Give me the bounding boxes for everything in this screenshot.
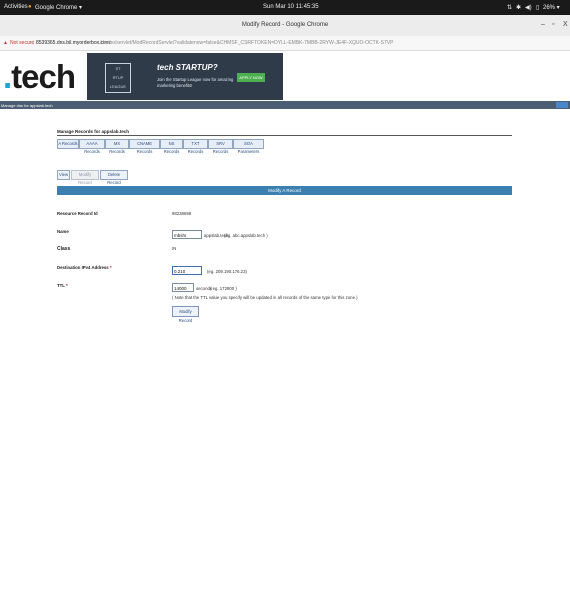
app-menu[interactable]: Google Chrome ▾ — [35, 4, 82, 11]
network-icon[interactable]: ⇅ — [507, 4, 512, 11]
resource-id-value: 98238698 — [172, 211, 192, 216]
class-value: IN — [172, 246, 177, 251]
bluetooth-icon[interactable]: ✱ — [516, 4, 521, 11]
name-label: Name — [57, 229, 69, 234]
ipv4-label: Destination IPv4 Address * — [57, 265, 112, 270]
ad-text: Join the Startup League now for amazing … — [157, 77, 234, 88]
security-status[interactable]: Not secure — [10, 40, 34, 46]
ttl-label: TTL * — [57, 283, 68, 288]
browser-title-bar: Modify Record - Google Chrome – ▫ X — [0, 15, 570, 37]
url-host[interactable]: 8539365.dns.bil.myorderbox.com — [36, 40, 110, 46]
battery-level[interactable]: 26% ▾ — [543, 4, 560, 11]
resource-id-label: Resource Record Id — [57, 211, 98, 216]
ad-title: tech STARTUP? — [157, 63, 218, 72]
apply-now-button[interactable]: APPLY NOW — [237, 73, 265, 82]
name-hint: (eg. abc.appslab.tech ) — [224, 233, 268, 238]
required-marker: * — [108, 265, 112, 270]
tab-ns-records[interactable]: NS Records — [160, 139, 183, 154]
system-top-bar: Activities ● Google Chrome ▾ Sun Mar 10 … — [0, 0, 570, 15]
url-path[interactable]: /dnsbo/servlet/ModRecordServlet?validate… — [100, 40, 393, 46]
strip-text: Manage dns for appslab.tech — [1, 103, 53, 108]
maximize-button[interactable]: ▫ — [552, 21, 554, 28]
ttl-note: ( Note that the TTL value you specify wi… — [172, 295, 358, 300]
clock[interactable]: Sun Mar 10 11:45:35 — [263, 4, 319, 10]
tab-cname-records[interactable]: CNAME Records — [129, 139, 160, 154]
tab-soa-parameters[interactable]: SOA Parameters — [233, 139, 264, 154]
ttl-input[interactable]: 14000 — [172, 283, 194, 292]
close-button[interactable]: X — [563, 21, 568, 28]
startup-league-ad[interactable]: ST RTUP LEAGUE tech STARTUP? Join the St… — [87, 53, 283, 100]
chrome-app-icon: ● — [28, 4, 32, 10]
ipv4-input[interactable]: 0.210 — [172, 266, 202, 275]
modify-record-submit-button[interactable]: Modify Record — [172, 306, 199, 323]
nav-strip: Manage dns for appslab.tech — [0, 101, 570, 109]
name-input[interactable]: mbshr — [172, 230, 202, 239]
minimize-button[interactable]: – — [541, 21, 545, 28]
ttl-hint: ( eg. 172800 ) — [210, 286, 237, 291]
divider — [57, 135, 512, 136]
required-marker: * — [64, 283, 68, 288]
ipv4-hint: (eg. 209.190.176.23) — [207, 269, 247, 274]
battery-icon[interactable]: ▯ — [536, 4, 539, 11]
tab-txt-records[interactable]: TXT Records — [183, 139, 208, 154]
tab-a-records[interactable]: A Records — [57, 139, 79, 149]
window-title: Modify Record - Google Chrome — [241, 22, 329, 28]
warning-icon[interactable]: ▲ — [3, 40, 8, 46]
startup-league-logo: ST RTUP LEAGUE — [105, 63, 131, 93]
url-separator: | — [33, 40, 35, 46]
tab-aaaa-records[interactable]: AAAA Records — [79, 139, 105, 154]
view-button[interactable]: View — [57, 170, 70, 180]
tab-srv-records[interactable]: SRV Records — [208, 139, 233, 154]
manage-title: Manage Records for appslab.tech — [57, 129, 130, 134]
strip-button[interactable] — [556, 102, 568, 108]
tab-mx-records[interactable]: MX Records — [105, 139, 129, 154]
delete-record-button[interactable]: Delete Record — [100, 170, 128, 185]
class-label: Class — [57, 246, 71, 252]
modify-a-record-heading: Modify A Record — [57, 186, 512, 195]
volume-icon[interactable]: ◀) — [525, 4, 532, 11]
modify-record-tab[interactable]: Modify Record — [71, 170, 99, 185]
tech-logo[interactable]: .tech — [3, 58, 76, 96]
activities-button[interactable]: Activities — [4, 4, 28, 10]
address-bar[interactable]: ▲ Not secure | 8539365.dns.bil.myorderbo… — [0, 36, 570, 51]
